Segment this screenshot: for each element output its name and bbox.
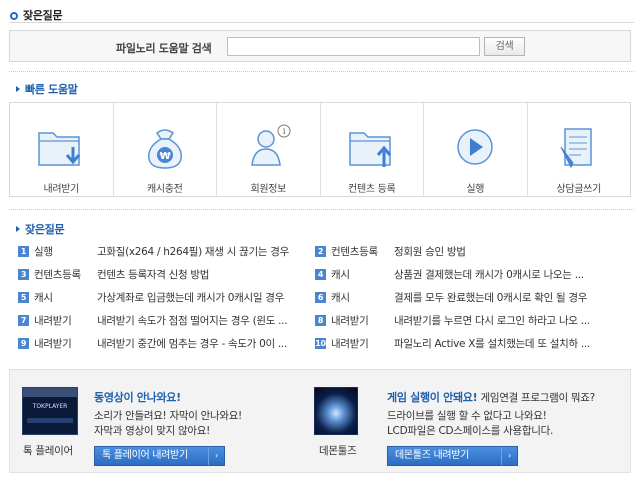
faq-number: 6 <box>315 292 326 303</box>
faq-category: 내려받기 <box>34 315 72 327</box>
header-divider <box>9 22 634 23</box>
quick-item-label: 컨텐츠 등록 <box>348 184 396 195</box>
faq-number: 8 <box>315 315 326 326</box>
faq-question-link[interactable]: 고화질(x264 / h264필) 재생 시 끊기는 경우 <box>97 244 289 259</box>
quick-item-label: 캐시충전 <box>146 184 183 195</box>
faq-item[interactable]: 5 캐시 가상계좌로 입금했는데 캐시가 0캐시일 경우 <box>18 286 308 309</box>
triangle-bullet-icon <box>16 86 20 92</box>
help-search-panel: 파일노리 도움말 검색 검색 <box>9 30 631 62</box>
write-document-icon <box>560 128 592 169</box>
faq-question-link[interactable]: 컨텐츠 등록자격 신청 방법 <box>97 267 209 282</box>
divider <box>9 71 634 72</box>
quick-item-download[interactable]: 내려받기 <box>10 103 114 196</box>
quick-item-label: 상담글쓰기 <box>556 184 601 195</box>
faq-question-link[interactable]: 내려받기 중간에 멈추는 경우 - 속도가 0이 ... <box>97 336 287 351</box>
faq-list-right: 2 컨텐츠등록 정회원 승인 방법 4 캐시 상품권 결제했는데 캐시가 0캐시로 나오… <box>315 240 627 355</box>
arrow-right-icon: › <box>501 447 517 465</box>
daemontools-name: 데몬툴즈 <box>319 445 357 457</box>
play-icon <box>457 129 493 165</box>
quick-item-run[interactable]: 실행 <box>424 103 528 196</box>
faq-item[interactable]: 2 컨텐츠등록 정회원 승인 방법 <box>315 240 627 263</box>
search-button[interactable]: 검색 <box>484 37 525 56</box>
daemontools-thumbnail <box>314 387 358 435</box>
faq-category: 컨텐츠등록 <box>34 269 81 281</box>
daemontools-download-label: 데몬툴즈 내려받기 <box>395 450 470 461</box>
faq-question-link[interactable]: 파일노리 Active X를 설치했는데 또 설치하 ... <box>394 336 590 351</box>
tokplayer-desc-1: 소리가 안들려요! 자막이 안나와요! <box>94 410 242 422</box>
quick-help-title-text: 빠른 도움말 <box>25 83 78 96</box>
faq-item[interactable]: 8 내려받기 내려받기를 누르면 다시 로그인 하라고 나오 ... <box>315 309 627 332</box>
faq-question-link[interactable]: 결제를 모두 완료했는데 0캐시로 확인 될 경우 <box>394 290 587 305</box>
faq-number: 10 <box>315 338 326 349</box>
faq-category: 내려받기 <box>331 338 369 350</box>
quick-help-grid: 내려받기 ₩ 캐시충전 i 회원정보 컨텐츠 등록 실행 상담글쓰기 <box>9 102 631 197</box>
faq-number: 7 <box>18 315 29 326</box>
tokplayer-title: 동영상이 안나와요! <box>94 391 181 404</box>
tokplayer-thumbnail: TOKPLAYER <box>22 387 78 435</box>
search-label: 파일노리 도움말 검색 <box>116 42 212 55</box>
faq-item[interactable]: 7 내려받기 내려받기 속도가 점점 떨어지는 경우 (윈도 ... <box>18 309 308 332</box>
faq-question-link[interactable]: 상품권 결제했는데 캐시가 0캐시로 나오는 ... <box>394 267 584 282</box>
page-title: 잦은질문 <box>10 7 63 23</box>
user-info-icon: i <box>251 124 291 166</box>
search-input[interactable] <box>227 37 480 56</box>
daemontools-desc-2: LCD파일은 CD스페이스를 사용합니다. <box>387 425 553 437</box>
faq-number: 3 <box>18 269 29 280</box>
faq-item[interactable]: 10 내려받기 파일노리 Active X를 설치했는데 또 설치하 ... <box>315 332 627 355</box>
tokplayer-desc-2: 자막과 영상이 맞지 않아요! <box>94 425 210 437</box>
faq-question-link[interactable]: 내려받기를 누르면 다시 로그인 하라고 나오 ... <box>394 313 590 328</box>
faq-question-link[interactable]: 정회원 승인 방법 <box>394 244 466 259</box>
faq-category: 실행 <box>34 246 53 258</box>
quick-item-label: 회원정보 <box>250 184 287 195</box>
quick-item-member-info[interactable]: i 회원정보 <box>217 103 321 196</box>
page-title-text: 잦은질문 <box>23 9 63 22</box>
quick-item-label: 내려받기 <box>43 184 80 195</box>
money-bag-icon: ₩ <box>147 129 182 169</box>
tokplayer-name: 톡 플레이어 <box>23 445 73 457</box>
tokplayer-download-button[interactable]: 톡 플레이어 내려받기 › <box>94 446 225 466</box>
quick-item-cash[interactable]: ₩ 캐시충전 <box>114 103 217 196</box>
faq-category: 내려받기 <box>331 315 369 327</box>
program-download-panel: TOKPLAYER 톡 플레이어 동영상이 안나와요! 소리가 안들려요! 자막… <box>9 369 631 473</box>
faq-number: 2 <box>315 246 326 257</box>
daemontools-desc-1: 드라이브를 실행 할 수 없다고 나와요! <box>387 410 547 422</box>
faq-number: 5 <box>18 292 29 303</box>
faq-item[interactable]: 4 캐시 상품권 결제했는데 캐시가 0캐시로 나오는 ... <box>315 263 627 286</box>
tokplayer-logo-text: TOKPLAYER <box>32 403 68 410</box>
folder-download-icon <box>38 132 81 166</box>
daemontools-subtitle: 게임연결 프로그램이 뭐죠? <box>480 392 596 404</box>
folder-upload-icon <box>349 132 391 167</box>
quick-item-content-upload[interactable]: 컨텐츠 등록 <box>321 103 424 196</box>
faq-question-link[interactable]: 내려받기 속도가 점점 떨어지는 경우 (윈도 ... <box>97 313 287 328</box>
daemontools-heading: 게임 실행이 안돼요! 게임연결 프로그램이 뭐죠? <box>387 389 595 405</box>
section-bullet-icon <box>10 12 18 20</box>
faq-category: 내려받기 <box>34 338 72 350</box>
arrow-right-icon: › <box>208 447 224 465</box>
tokplayer-download-label: 톡 플레이어 내려받기 <box>102 450 188 461</box>
faq-category: 컨텐츠등록 <box>331 246 378 258</box>
faq-number: 4 <box>315 269 326 280</box>
svg-text:₩: ₩ <box>159 151 170 162</box>
triangle-bullet-icon <box>16 226 20 232</box>
faq-number: 1 <box>18 246 29 257</box>
quick-item-label: 실행 <box>466 184 485 195</box>
faq-item[interactable]: 9 내려받기 내려받기 중간에 멈추는 경우 - 속도가 0이 ... <box>18 332 308 355</box>
faq-title-text: 잦은질문 <box>25 223 65 236</box>
quick-help-title: 빠른 도움말 <box>16 81 78 97</box>
quick-item-consult[interactable]: 상담글쓰기 <box>528 103 631 196</box>
faq-item[interactable]: 1 실행 고화질(x264 / h264필) 재생 시 끊기는 경우 <box>18 240 308 263</box>
faq-number: 9 <box>18 338 29 349</box>
faq-category: 캐시 <box>34 292 53 304</box>
faq-category: 캐시 <box>331 292 350 304</box>
faq-question-link[interactable]: 가상계좌로 입금했는데 캐시가 0캐시일 경우 <box>97 290 284 305</box>
faq-item[interactable]: 6 캐시 결제를 모두 완료했는데 0캐시로 확인 될 경우 <box>315 286 627 309</box>
faq-title: 잦은질문 <box>16 221 65 237</box>
faq-item[interactable]: 3 컨텐츠등록 컨텐츠 등록자격 신청 방법 <box>18 263 308 286</box>
faq-list-left: 1 실행 고화질(x264 / h264필) 재생 시 끊기는 경우 3 컨텐츠등록 컨… <box>18 240 308 355</box>
daemontools-title: 게임 실행이 안돼요! <box>387 391 478 404</box>
divider <box>9 209 634 210</box>
faq-category: 캐시 <box>331 269 350 281</box>
daemontools-download-button[interactable]: 데몬툴즈 내려받기 › <box>387 446 518 466</box>
